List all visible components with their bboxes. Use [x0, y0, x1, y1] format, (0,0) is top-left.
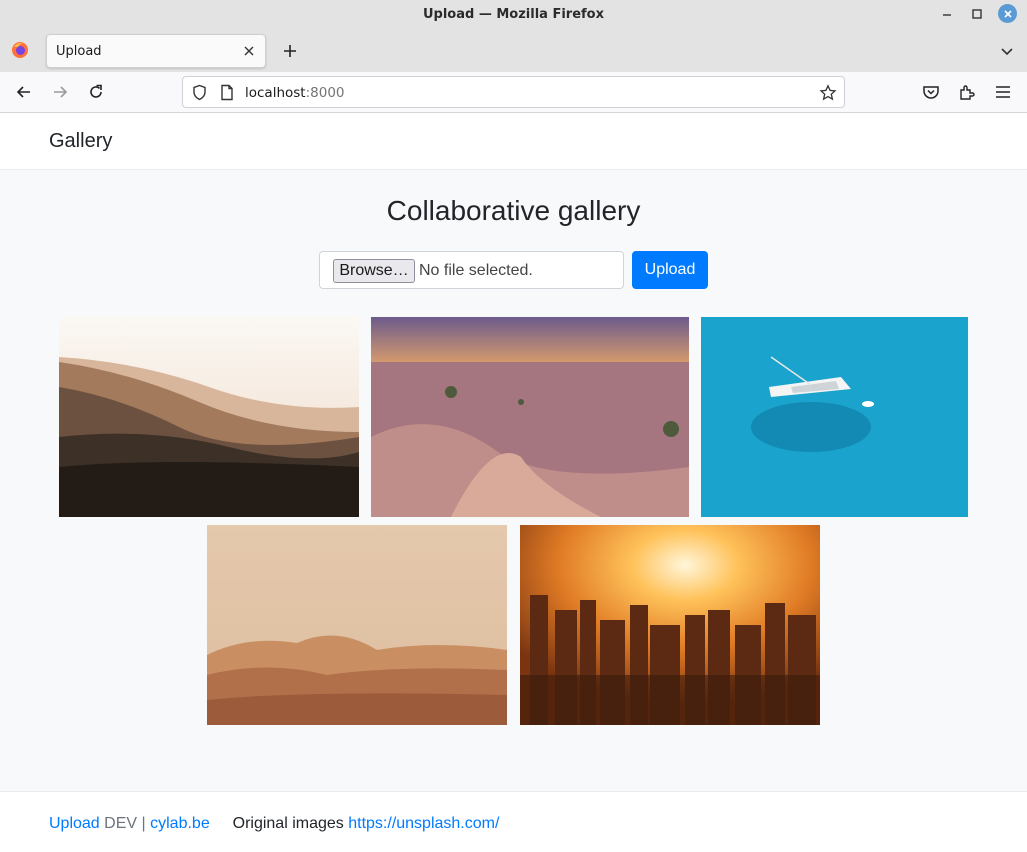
- reload-icon[interactable]: [86, 82, 106, 102]
- tab-upload[interactable]: Upload: [46, 34, 266, 68]
- tab-label: Upload: [56, 43, 102, 59]
- url-port: :8000: [305, 85, 345, 101]
- file-input[interactable]: Browse… No file selected.: [319, 251, 624, 289]
- gallery-image[interactable]: [371, 317, 689, 517]
- new-tab-icon[interactable]: [280, 41, 300, 61]
- menu-icon[interactable]: [993, 82, 1013, 102]
- close-tab-icon[interactable]: [241, 43, 257, 59]
- window-controls: [938, 4, 1017, 23]
- bookmark-star-icon[interactable]: [819, 84, 837, 102]
- gallery-image[interactable]: [520, 525, 820, 725]
- footer-credit-text: Original images: [232, 815, 344, 832]
- url-text[interactable]: localhost:8000: [245, 85, 345, 101]
- window-titlebar: Upload — Mozilla Firefox: [0, 0, 1027, 29]
- back-arrow-icon[interactable]: [14, 82, 34, 102]
- footer-credit-link[interactable]: https://unsplash.com/: [348, 815, 499, 832]
- brand-link[interactable]: Gallery: [49, 130, 112, 153]
- chevron-down-icon[interactable]: [998, 42, 1016, 60]
- url-bar[interactable]: localhost:8000: [182, 76, 845, 108]
- gallery-image[interactable]: [207, 525, 507, 725]
- footer-site-link[interactable]: cylab.be: [150, 815, 210, 832]
- browse-button[interactable]: Browse…: [333, 259, 415, 283]
- footer-separator: |: [141, 815, 146, 832]
- page-title: Collaborative gallery: [386, 195, 641, 226]
- forward-arrow-icon[interactable]: [50, 82, 70, 102]
- file-status: No file selected.: [419, 262, 533, 279]
- footer-line: Upload DEV | cylab.be Original images ht…: [49, 815, 499, 833]
- window-title: Upload — Mozilla Firefox: [422, 7, 605, 22]
- firefox-logo-icon: [12, 42, 28, 58]
- gallery-image[interactable]: [59, 317, 359, 517]
- extensions-icon[interactable]: [957, 82, 977, 102]
- page-footer: Upload DEV | cylab.be Original images ht…: [0, 791, 1027, 852]
- page-icon[interactable]: [219, 84, 235, 101]
- tab-bar: Upload: [0, 29, 1027, 72]
- site-navbar: Gallery: [0, 113, 1027, 170]
- upload-button[interactable]: Upload: [632, 251, 708, 289]
- minimize-icon[interactable]: [938, 5, 956, 23]
- maximize-icon[interactable]: [968, 5, 986, 23]
- footer-env: DEV: [104, 815, 138, 832]
- pocket-icon[interactable]: [921, 82, 941, 102]
- close-window-icon[interactable]: [998, 4, 1017, 23]
- browser-navbar: localhost:8000: [0, 72, 1027, 113]
- footer-upload-link[interactable]: Upload: [49, 815, 100, 832]
- gallery-image[interactable]: [701, 317, 968, 517]
- main-content: Collaborative gallery Browse… No file se…: [0, 171, 1027, 791]
- shield-icon[interactable]: [191, 84, 208, 101]
- url-host: localhost: [245, 85, 306, 101]
